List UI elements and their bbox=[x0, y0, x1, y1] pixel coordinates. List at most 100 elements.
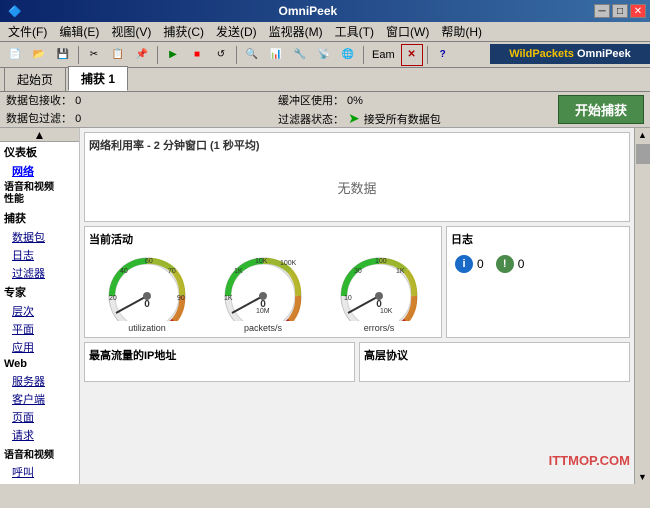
toolbar-btn8[interactable]: 🌐 bbox=[337, 44, 359, 66]
sidebar-header-voicevideo2: 语音和视频 bbox=[0, 444, 79, 463]
toolbar-new[interactable]: 📄 bbox=[4, 44, 26, 66]
network-chart-section: 网络利用率 - 2 分钟窗口 (1 秒平均) 无数据 bbox=[84, 132, 630, 222]
sidebar-item-app[interactable]: 应用 bbox=[0, 338, 79, 356]
log-info-item: i 0 bbox=[455, 255, 484, 273]
sidebar-item-plane[interactable]: 平面 bbox=[0, 320, 79, 338]
sidebar-item-page[interactable]: 页面 bbox=[0, 408, 79, 426]
high-layer-panel: 高层协议 bbox=[359, 342, 630, 382]
svg-text:70: 70 bbox=[168, 268, 176, 275]
toolbar-restart[interactable]: ↺ bbox=[210, 44, 232, 66]
gauge-packets-label: packets/s bbox=[244, 323, 282, 333]
svg-text:20: 20 bbox=[109, 295, 117, 302]
app-icon: 🔷 bbox=[4, 5, 22, 18]
scroll-thumb[interactable] bbox=[636, 144, 650, 164]
toolbar-sep-2 bbox=[157, 46, 158, 64]
toolbar-label: Eam bbox=[368, 49, 399, 61]
toolbar-stop[interactable]: ■ bbox=[186, 44, 208, 66]
log-warn-count: 0 bbox=[518, 257, 525, 271]
menu-logo-row: 文件(F) 编辑(E) 视图(V) 捕获(C) 发送(D) 监视器(M) 工具(… bbox=[0, 22, 650, 42]
start-capture-button[interactable]: 开始捕获 bbox=[558, 95, 644, 124]
sidebar-item-media[interactable]: 媒体 bbox=[0, 481, 79, 484]
packets-dropped-label: 数据包过滤： 0 bbox=[6, 110, 278, 127]
svg-text:30: 30 bbox=[354, 268, 362, 275]
gauge-utilization: 20 40 60 70 90 0 utilization bbox=[102, 251, 192, 333]
title-bar: 🔷 OmniPeek ─ □ ✕ bbox=[0, 0, 650, 22]
sidebar-scroll-up[interactable]: ▲ bbox=[0, 128, 79, 142]
logo-area: WildPackets OmniPeek bbox=[490, 44, 650, 64]
svg-text:10K: 10K bbox=[255, 258, 268, 265]
svg-text:1K: 1K bbox=[224, 295, 233, 302]
maximize-button[interactable]: □ bbox=[612, 4, 628, 18]
gauge-utilization-label: utilization bbox=[128, 323, 166, 333]
sidebar-item-filter[interactable]: 过滤器 bbox=[0, 264, 79, 282]
toolbar-cut[interactable]: ✂ bbox=[83, 44, 105, 66]
svg-text:100K: 100K bbox=[280, 260, 297, 267]
tab-capture-1[interactable]: 捕获 1 bbox=[68, 66, 128, 91]
menu-help[interactable]: 帮助(H) bbox=[435, 21, 488, 42]
high-layer-title: 高层协议 bbox=[364, 347, 625, 363]
info-icon: i bbox=[455, 255, 473, 273]
toolbar-btn6[interactable]: 🔧 bbox=[289, 44, 311, 66]
buffer-usage: 缓冲区使用： 0% bbox=[278, 92, 550, 108]
sidebar-item-client[interactable]: 客户端 bbox=[0, 390, 79, 408]
menu-file[interactable]: 文件(F) bbox=[2, 21, 53, 42]
gauges-log-row: 当前活动 bbox=[84, 226, 630, 338]
sidebar-item-packets[interactable]: 数据包 bbox=[0, 228, 79, 246]
sidebar-item-request[interactable]: 请求 bbox=[0, 426, 79, 444]
svg-text:60: 60 bbox=[145, 258, 153, 265]
log-panel: 日志 i 0 ! 0 bbox=[446, 226, 630, 338]
toolbar-sep-5 bbox=[427, 46, 428, 64]
toolbar-open[interactable]: 📂 bbox=[28, 44, 50, 66]
log-warn-item: ! 0 bbox=[496, 255, 525, 273]
toolbar-save[interactable]: 💾 bbox=[52, 44, 74, 66]
toolbar-close-x[interactable]: ✕ bbox=[401, 44, 423, 66]
toolbar-paste[interactable]: 📌 bbox=[131, 44, 153, 66]
menu-tools[interactable]: 工具(T) bbox=[329, 21, 380, 42]
window-title: OmniPeek bbox=[22, 4, 594, 18]
toolbar-sep-1 bbox=[78, 46, 79, 64]
gauge-errors: 10 30 100 1K 10K 0 errors/s bbox=[334, 251, 424, 333]
menu-capture[interactable]: 捕获(C) bbox=[157, 21, 210, 42]
svg-text:0: 0 bbox=[376, 299, 382, 310]
toolbar-btn7[interactable]: 📡 bbox=[313, 44, 335, 66]
tab-start-page[interactable]: 起始页 bbox=[4, 67, 66, 91]
toolbar-copy[interactable]: 📋 bbox=[107, 44, 129, 66]
toolbar-help[interactable]: ? bbox=[432, 44, 454, 66]
toolbar-btn4[interactable]: 🔍 bbox=[241, 44, 263, 66]
menu-edit[interactable]: 编辑(E) bbox=[53, 21, 105, 42]
menu-bar: 文件(F) 编辑(E) 视图(V) 捕获(C) 发送(D) 监视器(M) 工具(… bbox=[0, 22, 650, 42]
svg-text:90: 90 bbox=[177, 295, 185, 302]
sidebar-item-layers[interactable]: 层次 bbox=[0, 302, 79, 320]
menu-monitor[interactable]: 监视器(M) bbox=[263, 21, 329, 42]
sidebar-item-server[interactable]: 服务器 bbox=[0, 372, 79, 390]
toolbar-btn5[interactable]: 📊 bbox=[265, 44, 287, 66]
toolbar-sep-3 bbox=[236, 46, 237, 64]
top-ip-panel: 最高流量的IP地址 bbox=[84, 342, 355, 382]
status-bar: 数据包接收： 0 缓冲区使用： 0% 数据包过滤： 0 过滤器状态： ➤ 接受所… bbox=[0, 92, 650, 128]
right-scrollbar[interactable]: ▲ ▼ bbox=[634, 128, 650, 484]
svg-text:0: 0 bbox=[260, 299, 266, 310]
toolbar-start[interactable]: ▶ bbox=[162, 44, 184, 66]
close-button[interactable]: ✕ bbox=[630, 4, 646, 18]
menu-send[interactable]: 发送(D) bbox=[210, 21, 263, 42]
window-controls: ─ □ ✕ bbox=[594, 4, 646, 18]
menu-view[interactable]: 视图(V) bbox=[105, 21, 157, 42]
status-grid: 数据包接收： 0 缓冲区使用： 0% 数据包过滤： 0 过滤器状态： ➤ 接受所… bbox=[6, 92, 550, 127]
sidebar-item-network[interactable]: 网络 bbox=[0, 162, 79, 180]
sidebar-item-log[interactable]: 日志 bbox=[0, 246, 79, 264]
gauge-errors-label: errors/s bbox=[364, 323, 395, 333]
gauges-container: 20 40 60 70 90 0 utilization bbox=[89, 251, 437, 333]
scroll-down-arrow[interactable]: ▼ bbox=[636, 470, 649, 484]
warn-icon: ! bbox=[496, 255, 514, 273]
tab-bar: 起始页 捕获 1 bbox=[0, 68, 650, 92]
menu-window[interactable]: 窗口(W) bbox=[380, 21, 435, 42]
main-layout: ▲ 仪表板 网络 语音和视频性能 捕获 数据包 日志 过滤器 专家 层次 平面 … bbox=[0, 128, 650, 484]
sidebar-item-call[interactable]: 呼叫 bbox=[0, 463, 79, 481]
svg-text:10K: 10K bbox=[380, 308, 393, 315]
filter-arrow-icon: ➤ bbox=[348, 110, 360, 127]
svg-text:40: 40 bbox=[120, 268, 128, 275]
top-ip-title: 最高流量的IP地址 bbox=[89, 347, 350, 363]
scroll-up-arrow[interactable]: ▲ bbox=[636, 128, 649, 142]
network-chart-title: 网络利用率 - 2 分钟窗口 (1 秒平均) bbox=[89, 137, 625, 153]
minimize-button[interactable]: ─ bbox=[594, 4, 610, 18]
